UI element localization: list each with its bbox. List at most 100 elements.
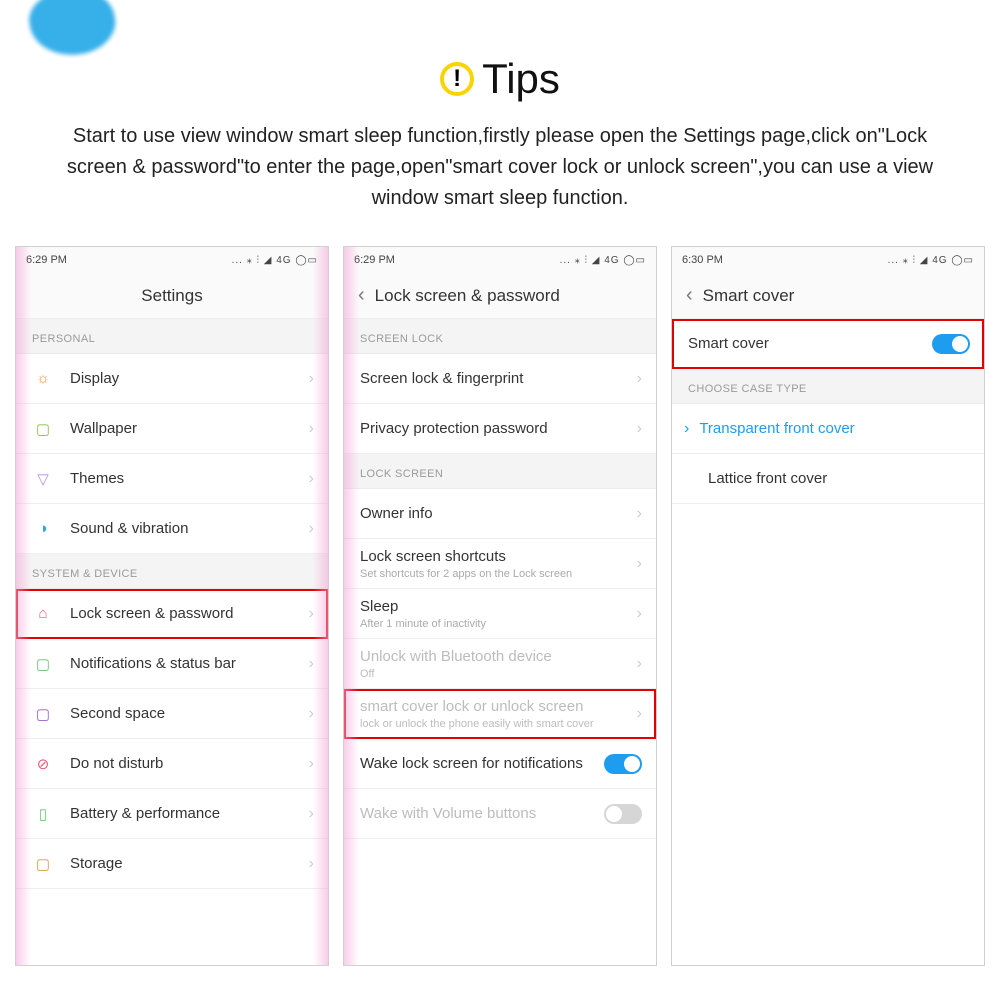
row-notifications[interactable]: ▢ Notifications & status bar ›	[16, 639, 328, 689]
row-label: Smart cover	[688, 335, 932, 352]
row-themes[interactable]: ▽ Themes ›	[16, 454, 328, 504]
chevron-right-icon: ›	[309, 705, 314, 723]
row-label: Display	[70, 370, 309, 387]
row-label: Owner info	[360, 505, 637, 522]
page-title-text: Lock screen & password	[375, 286, 560, 306]
status-time: 6:30 PM	[682, 254, 723, 266]
chevron-right-icon: ›	[309, 370, 314, 388]
toggle-off-icon[interactable]	[604, 804, 642, 824]
section-choose-case: CHOOSE CASE TYPE	[672, 369, 984, 404]
status-icons: ... ⁎ ⫶ ◢ 4G ◯▭	[232, 255, 318, 266]
battery-icon: ▯	[32, 805, 54, 823]
row-wake-volume[interactable]: Wake with Volume buttons	[344, 789, 656, 839]
row-label: Wallpaper	[70, 420, 309, 437]
row-owner-info[interactable]: Owner info ›	[344, 489, 656, 539]
row-sublabel: Set shortcuts for 2 apps on the Lock scr…	[360, 568, 637, 580]
row-second-space[interactable]: ▢ Second space ›	[16, 689, 328, 739]
row-sublabel: Off	[360, 668, 637, 680]
chevron-right-icon: ›	[637, 420, 642, 438]
chevron-right-icon: ›	[637, 370, 642, 388]
row-smart-cover-toggle[interactable]: Smart cover	[672, 319, 984, 369]
row-label: Second space	[70, 705, 309, 722]
screen-smart-cover: 6:30 PM ... ⁎ ⫶ ◢ 4G ◯▭ ‹ Smart cover Sm…	[671, 246, 985, 966]
row-wake-notifications[interactable]: Wake lock screen for notifications	[344, 739, 656, 789]
section-personal: PERSONAL	[16, 319, 328, 354]
themes-icon: ▽	[32, 470, 54, 488]
chevron-right-icon: ›	[309, 420, 314, 438]
row-label: Wake with Volume buttons	[360, 805, 604, 822]
row-label: Storage	[70, 855, 309, 872]
row-battery[interactable]: ▯ Battery & performance ›	[16, 789, 328, 839]
row-transparent-cover[interactable]: › Transparent front cover	[672, 404, 984, 454]
page-title: Settings	[16, 273, 328, 319]
chevron-right-icon: ›	[637, 705, 642, 723]
row-sleep[interactable]: Sleep After 1 minute of inactivity ›	[344, 589, 656, 639]
screen-settings: 6:29 PM ... ⁎ ⫶ ◢ 4G ◯▭ Settings PERSONA…	[15, 246, 329, 966]
row-label: Battery & performance	[70, 805, 309, 822]
row-label: Screen lock & fingerprint	[360, 370, 637, 387]
row-label: Lock screen & password	[70, 605, 309, 622]
row-lockscreen-shortcuts[interactable]: Lock screen shortcuts Set shortcuts for …	[344, 539, 656, 589]
row-label: Unlock with Bluetooth device	[360, 648, 552, 665]
row-label: Transparent front cover	[699, 420, 970, 437]
row-smart-cover-lock[interactable]: smart cover lock or unlock screen lock o…	[344, 689, 656, 739]
row-label: Sound & vibration	[70, 520, 309, 537]
row-label: Do not disturb	[70, 755, 309, 772]
notifications-icon: ▢	[32, 655, 54, 673]
section-screen-lock: SCREEN LOCK	[344, 319, 656, 354]
chevron-right-icon: ›	[309, 805, 314, 823]
chevron-right-icon: ›	[637, 605, 642, 623]
toggle-on-icon[interactable]	[932, 334, 970, 354]
status-icons: ... ⁎ ⫶ ◢ 4G ◯▭	[888, 255, 974, 266]
chevron-right-icon: ›	[309, 605, 314, 623]
row-sublabel: lock or unlock the phone easily with sma…	[360, 718, 637, 730]
second-space-icon: ▢	[32, 705, 54, 723]
chevron-right-icon: ›	[309, 470, 314, 488]
row-sound[interactable]: ◑ Sound & vibration ›	[16, 504, 328, 554]
tips-body-text: Start to use view window smart sleep fun…	[60, 121, 940, 214]
chevron-right-icon: ›	[309, 755, 314, 773]
screen-lock-password: 6:29 PM ... ⁎ ⫶ ◢ 4G ◯▭ ‹ Lock screen & …	[343, 246, 657, 966]
status-icons: ... ⁎ ⫶ ◢ 4G ◯▭	[560, 255, 646, 266]
chevron-right-icon: ›	[684, 420, 689, 438]
row-storage[interactable]: ▢ Storage ›	[16, 839, 328, 889]
chevron-right-icon: ›	[309, 855, 314, 873]
sound-icon: ◑	[32, 520, 54, 537]
tips-header: ! Tips Start to use view window smart sl…	[0, 0, 1000, 214]
row-display[interactable]: ☼ Display ›	[16, 354, 328, 404]
chevron-right-icon: ›	[637, 505, 642, 523]
section-lock-screen: LOCK SCREEN	[344, 454, 656, 489]
row-sublabel: After 1 minute of inactivity	[360, 618, 637, 630]
screens-row: 6:29 PM ... ⁎ ⫶ ◢ 4G ◯▭ Settings PERSONA…	[0, 246, 1000, 966]
page-title-text: Settings	[141, 286, 202, 306]
sun-icon: ☼	[32, 370, 54, 387]
row-label: Themes	[70, 470, 309, 487]
row-dnd[interactable]: ⊘ Do not disturb ›	[16, 739, 328, 789]
back-icon[interactable]: ‹	[358, 284, 365, 307]
row-label: smart cover lock or unlock screen	[360, 698, 583, 715]
row-wallpaper[interactable]: ▢ Wallpaper ›	[16, 404, 328, 454]
section-system-device: SYSTEM & DEVICE	[16, 554, 328, 589]
row-label: Lock screen shortcuts	[360, 548, 506, 565]
status-bar: 6:30 PM ... ⁎ ⫶ ◢ 4G ◯▭	[672, 247, 984, 273]
row-privacy-protection[interactable]: Privacy protection password ›	[344, 404, 656, 454]
dnd-icon: ⊘	[32, 755, 54, 773]
exclamation-icon: !	[440, 62, 474, 96]
lock-icon: ⌂	[32, 605, 54, 622]
row-screen-lock-fingerprint[interactable]: Screen lock & fingerprint ›	[344, 354, 656, 404]
row-label: Lattice front cover	[688, 470, 970, 487]
row-lattice-cover[interactable]: Lattice front cover	[672, 454, 984, 504]
back-icon[interactable]: ‹	[686, 284, 693, 307]
status-bar: 6:29 PM ... ⁎ ⫶ ◢ 4G ◯▭	[16, 247, 328, 273]
row-label: Wake lock screen for notifications	[360, 755, 604, 772]
page-title: ‹ Lock screen & password	[344, 273, 656, 319]
row-label: Sleep	[360, 598, 398, 615]
status-time: 6:29 PM	[354, 254, 395, 266]
row-lock-screen-password[interactable]: ⌂ Lock screen & password ›	[16, 589, 328, 639]
row-label: Notifications & status bar	[70, 655, 309, 672]
chevron-right-icon: ›	[637, 555, 642, 573]
chevron-right-icon: ›	[637, 655, 642, 673]
status-time: 6:29 PM	[26, 254, 67, 266]
toggle-on-icon[interactable]	[604, 754, 642, 774]
row-unlock-bluetooth[interactable]: Unlock with Bluetooth device Off ›	[344, 639, 656, 689]
